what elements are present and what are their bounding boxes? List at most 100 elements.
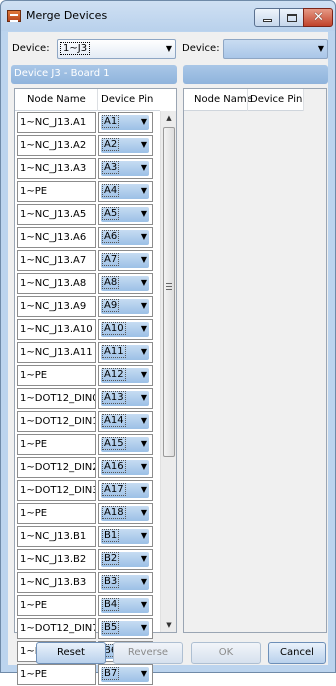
device-pin-value-box[interactable]: B7 ▼ [101,667,149,682]
device-pin-select[interactable]: A12 ▼ [98,365,153,386]
device-pin-select[interactable]: A16 ▼ [98,457,153,478]
device-pin-value-box[interactable]: B5 ▼ [101,621,149,636]
device-pin-value: A4 [101,184,120,197]
node-name-cell[interactable]: 1~NC_J13.A1 [17,112,96,133]
device-pin-value: A1 [101,115,120,128]
ok-button[interactable]: OK [191,642,261,664]
node-name-cell[interactable]: 1~DOT12_DIN7 [17,618,96,639]
device-pin-value-box[interactable]: B4 ▼ [101,598,149,613]
node-name-cell[interactable]: 1~PE [17,664,96,685]
column-separator [303,89,304,111]
close-button[interactable]: ✕ [303,8,333,27]
table-row: 1~DOT12_DIN2 A16 ▼ [15,456,160,479]
device-pin-value-box[interactable]: B1 ▼ [101,529,149,544]
device-pin-value-box[interactable]: A18 ▼ [101,506,149,521]
table-row: 1~NC_J13.A5 A5 ▼ [15,203,160,226]
device-pin-value-box[interactable]: A2 ▼ [101,138,149,153]
device-pin-value-box[interactable]: A9 ▼ [101,299,149,314]
device-pin-value-box[interactable]: A1 ▼ [101,115,149,130]
device-pin-value-box[interactable]: B3 ▼ [101,575,149,590]
node-name-cell[interactable]: 1~NC_J13.A7 [17,250,96,271]
device-pin-value-box[interactable]: A4 ▼ [101,184,149,199]
device-pin-select[interactable]: A11 ▼ [98,342,153,363]
reverse-button[interactable]: Reverse [113,642,183,664]
device-pin-select[interactable]: A14 ▼ [98,411,153,432]
node-name-cell[interactable]: 1~PE [17,181,96,202]
column-separator [247,89,248,111]
device-pin-value-box[interactable]: A8 ▼ [101,276,149,291]
device-pin-select[interactable]: A5 ▼ [98,204,153,225]
device-pin-select[interactable]: A15 ▼ [98,434,153,455]
node-name-cell[interactable]: 1~NC_J13.A9 [17,296,96,317]
device-pin-value: A18 [102,506,126,519]
device-pin-value-box[interactable]: B2 ▼ [101,552,149,567]
scroll-up-icon[interactable]: ▲ [161,111,177,125]
device-pin-value-box[interactable]: A14 ▼ [101,414,149,429]
node-name-cell[interactable]: 1~NC_J13.A6 [17,227,96,248]
device-pin-select[interactable]: B3 ▼ [98,572,153,593]
device-pin-value-box[interactable]: A10 ▼ [101,322,149,337]
device-pin-value-box[interactable]: A7 ▼ [101,253,149,268]
device-pin-value-box[interactable]: A11 ▼ [101,345,149,360]
chevron-down-icon: ▼ [165,44,172,53]
node-name-cell[interactable]: 1~NC_J13.B3 [17,572,96,593]
node-name-cell[interactable]: 1~PE [17,365,96,386]
device-pin-value: A3 [101,161,120,174]
scroll-thumb[interactable] [163,127,175,457]
node-name-cell[interactable]: 1~DOT12_DIN2 [17,457,96,478]
minimize-button[interactable] [254,8,280,27]
device-pin-select[interactable]: A9 ▼ [98,296,153,317]
device-pin-select[interactable]: B5 ▼ [98,618,153,639]
device-pin-select[interactable]: A4 ▼ [98,181,153,202]
maximize-button[interactable] [279,8,304,27]
node-name-cell[interactable]: 1~PE [17,595,96,616]
device-select-right[interactable]: ▼ [223,39,328,59]
table-row: 1~DOT12_DIN7 B5 ▼ [15,617,160,640]
device-pin-select[interactable]: A10 ▼ [98,319,153,340]
device-pin-value: A11 [102,345,126,358]
node-name-cell[interactable]: 1~NC_J13.A8 [17,273,96,294]
device-pin-select[interactable]: A3 ▼ [98,158,153,179]
device-pin-select[interactable]: B1 ▼ [98,526,153,547]
node-name-cell[interactable]: 1~PE [17,434,96,455]
device-pin-value: A17 [102,483,126,496]
title-bar[interactable]: Merge Devices ✕ [1,1,335,31]
scroll-down-icon[interactable]: ▼ [161,618,177,632]
left-table-scrollbar[interactable]: ▲ ▼ [160,111,176,632]
node-name-cell[interactable]: 1~NC_J13.A11 [17,342,96,363]
device-pin-select[interactable]: A18 ▼ [98,503,153,524]
device-pin-value-box[interactable]: A15 ▼ [101,437,149,452]
cancel-button[interactable]: Cancel [268,642,326,664]
device-pin-value-box[interactable]: A17 ▼ [101,483,149,498]
device-pin-select[interactable]: B7 ▼ [98,664,153,685]
device-pin-value-box[interactable]: A5 ▼ [101,207,149,222]
device-pin-value-box[interactable]: A12 ▼ [101,368,149,383]
node-name-cell[interactable]: 1~NC_J13.A2 [17,135,96,156]
minimize-icon [263,19,272,22]
device-select-left[interactable]: 1~J3 ▼ [57,39,176,59]
device-pin-value-box[interactable]: A3 ▼ [101,161,149,176]
device-pin-select[interactable]: A1 ▼ [98,112,153,133]
node-name-cell[interactable]: 1~DOT12_DIN3 [17,480,96,501]
device-pin-select[interactable]: A8 ▼ [98,273,153,294]
node-name-cell[interactable]: 1~NC_J13.A5 [17,204,96,225]
device-pin-value-box[interactable]: A6 ▼ [101,230,149,245]
node-name-cell[interactable]: 1~NC_J13.B1 [17,526,96,547]
device-pin-select[interactable]: B2 ▼ [98,549,153,570]
device-pin-select[interactable]: A17 ▼ [98,480,153,501]
device-pin-select[interactable]: A2 ▼ [98,135,153,156]
node-name-cell[interactable]: 1~PE [17,503,96,524]
node-name-cell[interactable]: 1~DOT12_DIN0 [17,388,96,409]
device-pin-select[interactable]: A13 ▼ [98,388,153,409]
node-name-cell[interactable]: 1~DOT12_DIN1 [17,411,96,432]
device-pin-select[interactable]: A6 ▼ [98,227,153,248]
node-name-cell[interactable]: 1~NC_J13.A10 [17,319,96,340]
node-name-cell[interactable]: 1~NC_J13.B2 [17,549,96,570]
reset-button[interactable]: Reset [36,642,106,664]
node-name-cell[interactable]: 1~NC_J13.A3 [17,158,96,179]
device-pin-value-box[interactable]: A16 ▼ [101,460,149,475]
device-pin-select[interactable]: A7 ▼ [98,250,153,271]
chevron-down-icon: ▼ [140,255,147,264]
device-pin-value-box[interactable]: A13 ▼ [101,391,149,406]
device-pin-select[interactable]: B4 ▼ [98,595,153,616]
